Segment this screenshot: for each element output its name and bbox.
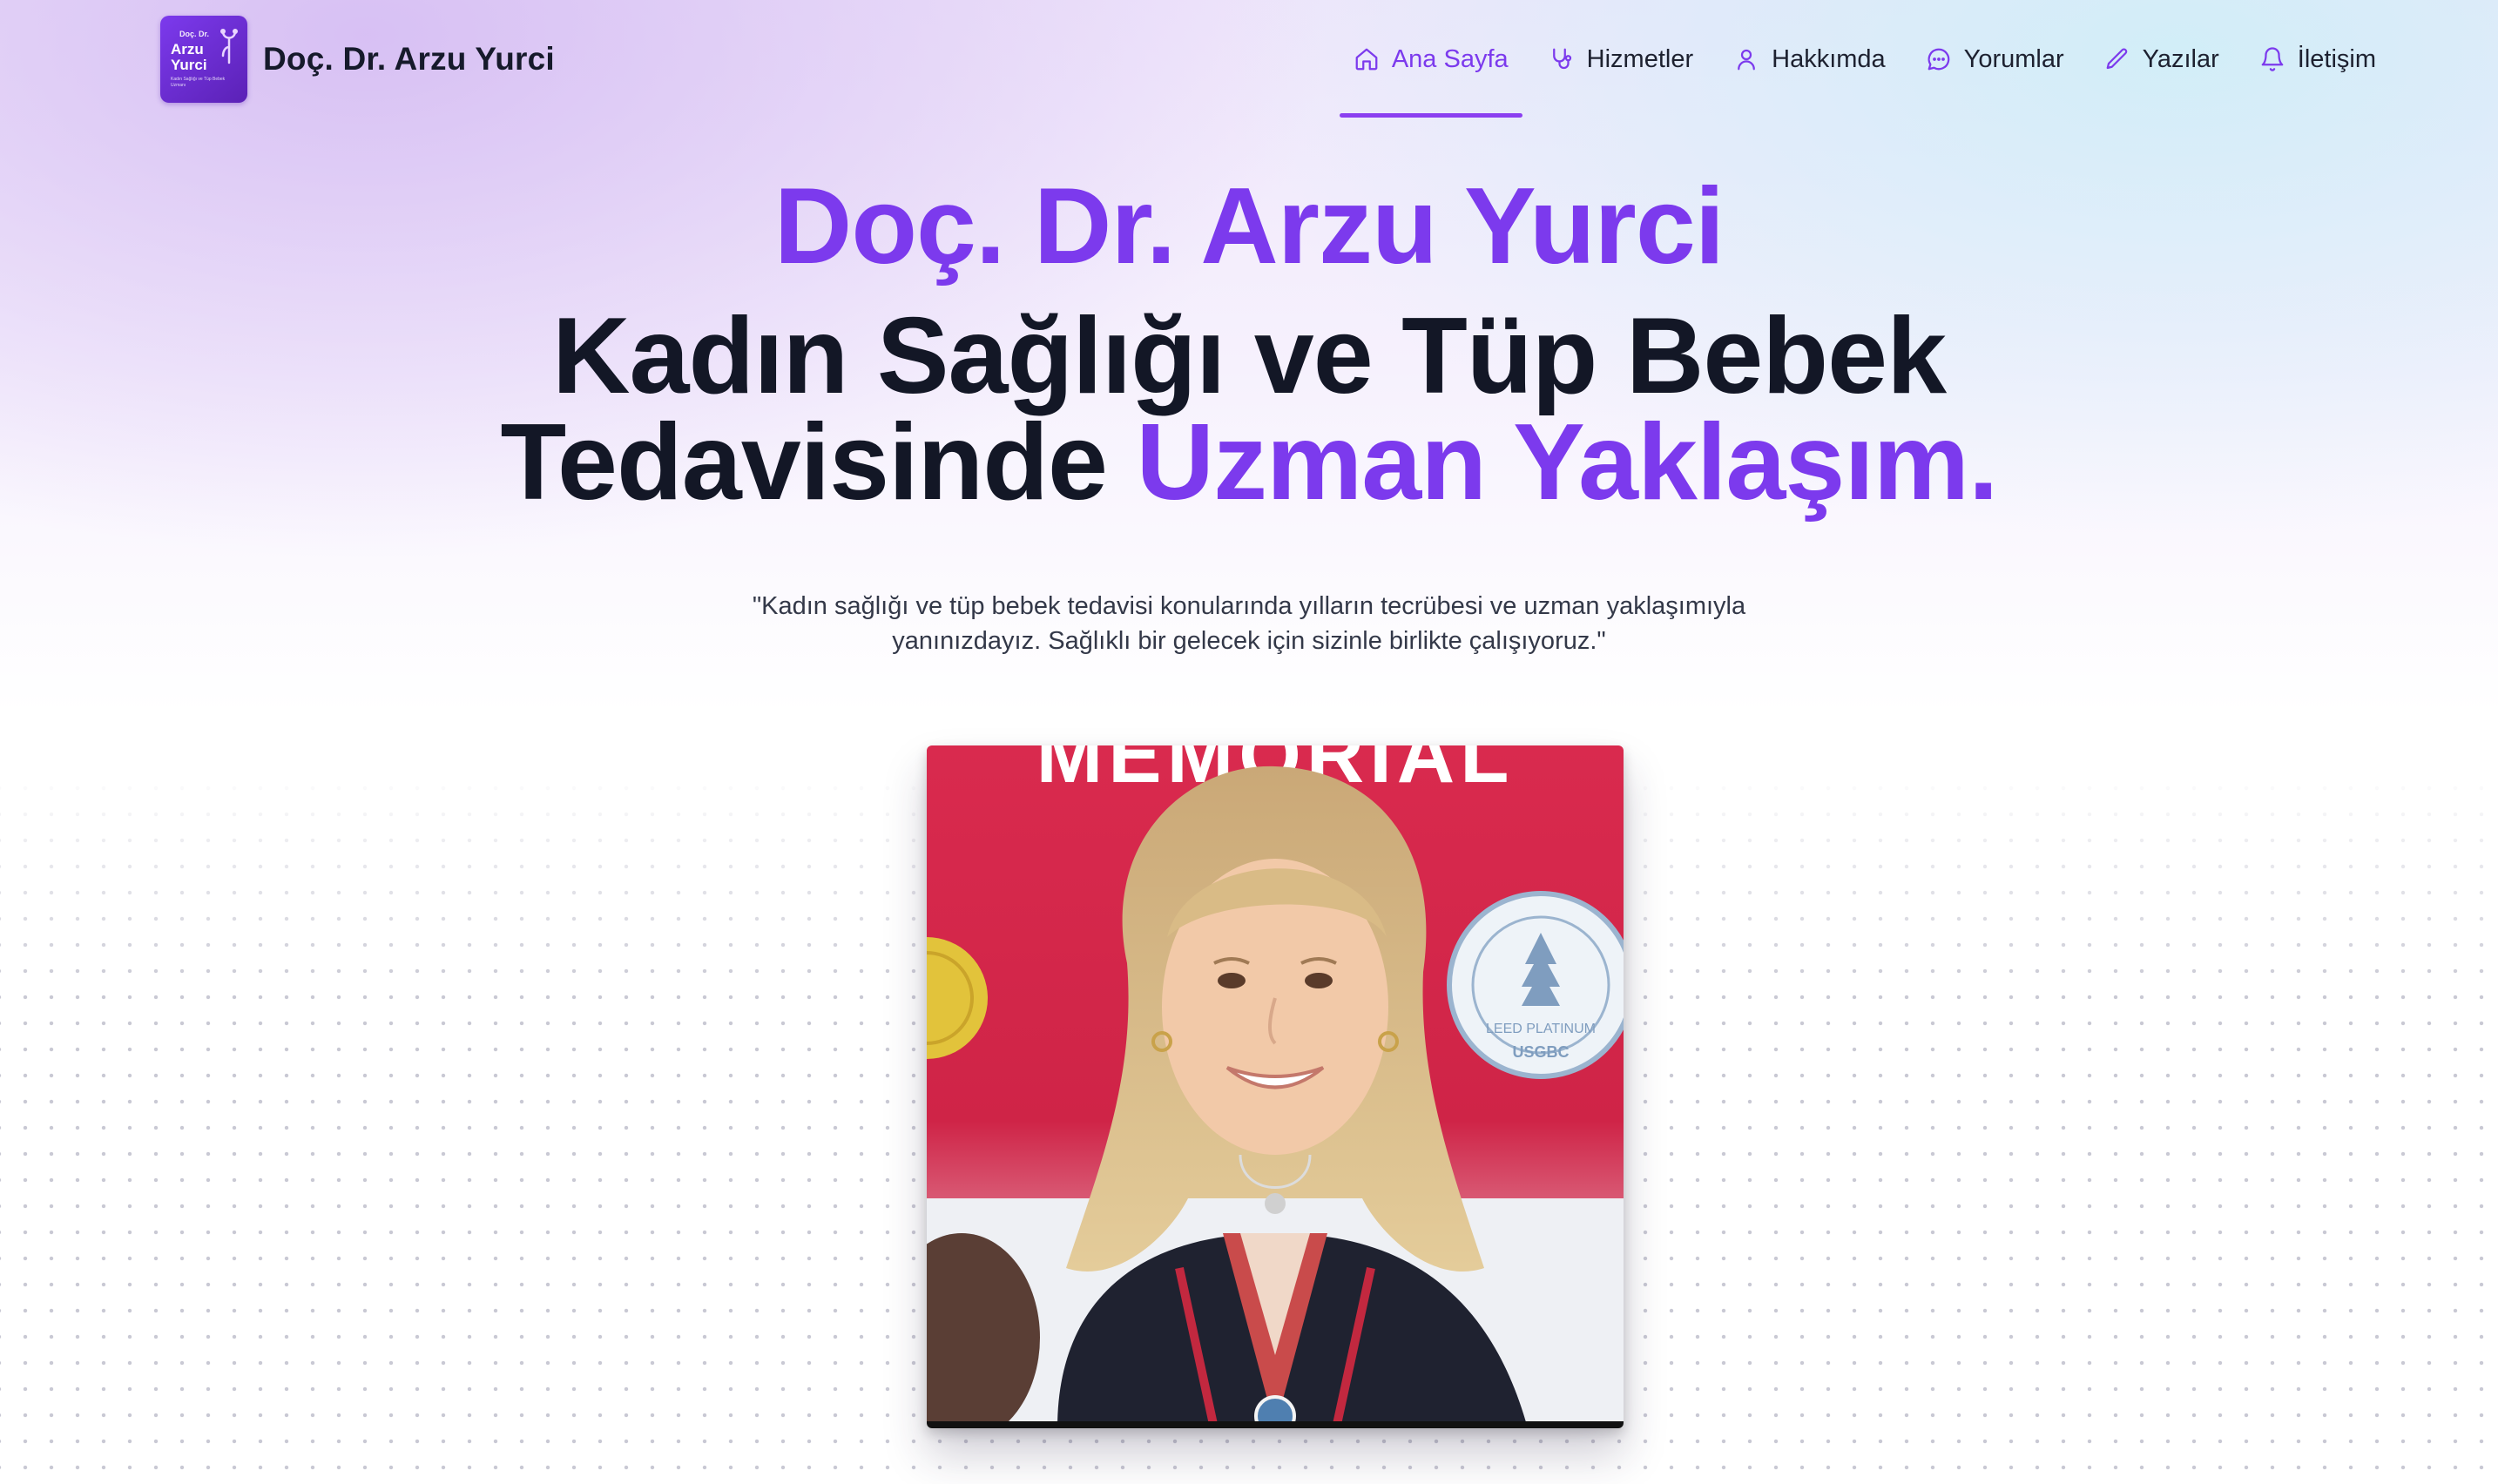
logo-line1: Doç. Dr. (179, 30, 210, 38)
brand-name: Doç. Dr. Arzu Yurci (263, 41, 555, 77)
uterus-icon (220, 29, 238, 64)
hero-headline-line1: Kadın Sağlığı ve Tüp Bebek (551, 296, 1947, 416)
home-icon (1355, 48, 1378, 71)
nav-label: Yazılar (2142, 44, 2219, 73)
nav-item-iletisim[interactable]: İletişim (2259, 38, 2376, 80)
hero-quote: "Kadın sağlığı ve tüp bebek tedavisi kon… (752, 592, 1746, 655)
user-icon (1738, 49, 1755, 71)
doctor-portrait-image: MEMORIAL LEED PLATINUM USGBC (927, 745, 1624, 1421)
logo-name: Arzu Yurci (171, 42, 207, 73)
logo-line3: Yurci (171, 57, 207, 73)
nav-item-ana-sayfa[interactable]: Ana Sayfa (1339, 38, 1522, 118)
nav-label: Hizmetler (1586, 44, 1694, 73)
hero-section: Doç. Dr. Arzu Yurci Kadın Sağlığı ve Tüp… (0, 165, 2498, 516)
bell-icon (2261, 47, 2284, 71)
doctor-photo: MEMORIAL LEED PLATINUM USGBC (927, 745, 1624, 1428)
hero-headline-accent: Uzman Yaklaşım. (1136, 402, 1998, 523)
hero-doctor-name: Doç. Dr. Arzu Yurci (773, 166, 1725, 287)
nav-item-yorumlar[interactable]: Yorumlar (1926, 38, 2064, 80)
nav-item-hizmetler[interactable]: Hizmetler (1549, 38, 1693, 80)
logo-tagline: Kadın Sağlığı ve Tüp Bebek Uzmanı (171, 77, 226, 88)
nav-item-hakkimda[interactable]: Hakkımda (1733, 38, 1886, 80)
stethoscope-icon (1552, 48, 1571, 70)
nav-label: İletişim (2297, 44, 2376, 73)
photo-badge-sub: LEED PLATINUM (1486, 1022, 1596, 1036)
brand-link[interactable]: Doç. Dr. Arzu Yurci Kadın Sağlığı ve Tüp… (160, 16, 555, 103)
chat-icon (1928, 48, 1949, 71)
hero-headline: Kadın Sağlığı ve Tüp Bebek Tedavisinde U… (0, 302, 2498, 516)
pencil-icon (2106, 48, 2127, 70)
site-header: Doç. Dr. Arzu Yurci Kadın Sağlığı ve Tüp… (0, 0, 2498, 122)
main-nav: Ana Sayfa Hizmetler Hakkımda Yorumlar Ya… (1339, 38, 2376, 118)
logo: Doç. Dr. Arzu Yurci Kadın Sağlığı ve Tüp… (160, 16, 247, 103)
photo-badge-org: USGBC (1512, 1043, 1569, 1061)
hero-headline-line2: Tedavisinde (500, 402, 1137, 523)
nav-label: Hakkımda (1772, 44, 1886, 73)
nav-label: Ana Sayfa (1391, 44, 1509, 73)
logo-line2: Arzu (171, 41, 204, 57)
nav-label: Yorumlar (1963, 44, 2064, 73)
nav-item-yazilar[interactable]: Yazılar (2104, 38, 2219, 80)
